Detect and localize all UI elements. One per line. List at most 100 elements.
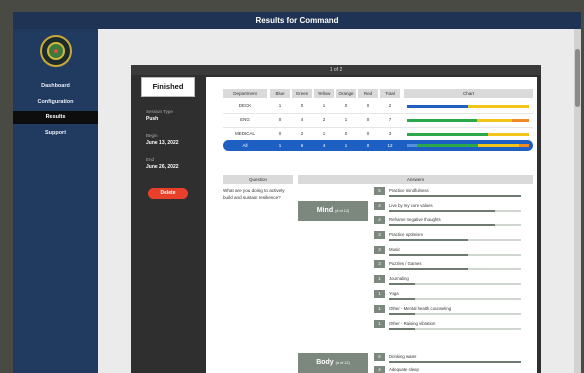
category-name: Body [316,359,334,366]
answers-header: Answers [298,175,533,184]
end-value: June 26, 2022 [146,164,179,170]
answer-label: Practice optimism [389,232,423,237]
col-header-red: Red [358,89,378,98]
sidebar-item-support[interactable]: Support [13,127,98,140]
answer-bar [389,361,521,363]
table-cell: 4 [300,117,304,122]
status-badge: Finished [141,77,195,97]
col-header-chart: Chart [404,89,533,98]
answer-label: Yoga [389,291,399,296]
answer-count: 1 [374,290,385,298]
answer-count: 1 [374,275,385,283]
chart-bar-orange [519,144,529,147]
answer-item: 1 Other - Raising vibration [374,319,534,331]
answer-bar [389,298,416,300]
category-name: Mind [316,207,334,214]
chart-bar-yellow [478,144,519,147]
answer-count: 4 [374,216,385,224]
chart-bar-blue [407,144,417,147]
chart-bar-green [407,119,477,122]
table-cell: ENG [240,117,250,122]
answer-count: 3 [374,246,385,254]
window-title: Results for Command [13,12,581,29]
answer-bar [389,283,416,285]
answer-count: 3 [374,260,385,268]
col-header-total: Total [380,89,400,98]
answer-item: 1 Yoga [374,289,534,301]
table-cell: 0 [344,103,348,108]
question-header: Question [223,175,293,184]
session-type-value: Push [146,116,159,122]
answer-label: Live by my core values [389,203,433,208]
delete-button[interactable]: Delete [148,188,188,199]
table-cell: 0 [366,131,370,136]
sidebar: Dashboard Configuration Results Support [13,29,98,373]
col-header-department: Department [223,89,267,98]
table-cell: 0 [300,103,304,108]
pager[interactable]: 1 of 2 [131,65,541,75]
table-cell: 0 [278,117,282,122]
begin-label: Begin [146,133,158,138]
table-cell: 0 [278,131,282,136]
chart-bar-orange [512,119,529,122]
answer-item: 1 Other - Mental health counseling [374,304,534,316]
answer-bar [389,328,416,330]
table-cell: 1 [344,143,348,148]
answer-bar [389,195,521,197]
table-cell: DECK [238,103,252,108]
table-cell: 7 [388,117,392,122]
answer-item: 4 Live by my core values [374,201,534,213]
answer-bar [389,268,469,270]
end-label: End [146,157,155,162]
answer-label: Reframe negative thoughts [389,217,441,222]
category-mind: Mind (# of 12) [298,201,368,221]
table-cell: 0 [366,103,370,108]
chart-bar-green [407,133,488,136]
category-sub: (# of 12) [335,361,350,365]
sidebar-item-dashboard[interactable]: Dashboard [13,80,98,93]
chart-bar-blue [407,105,468,108]
command-logo-icon [40,35,72,67]
answer-label: Adequate sleep [389,367,419,372]
answer-label: Practice mindfulness [389,188,429,193]
answer-bar [389,224,495,226]
col-header-green: Green [292,89,312,98]
answer-label: Drinking water [389,354,417,359]
table-cell: 1 [344,117,348,122]
answer-count: 5 [374,187,385,195]
sidebar-item-configuration[interactable]: Configuration [13,96,98,109]
table-cell: MEDICAL [234,131,255,136]
answer-count: 1 [374,305,385,313]
answer-count: 4 [374,366,385,373]
answer-item: 3 Puzzles / Games [374,259,534,271]
scrollbar-thumb[interactable] [575,49,580,107]
chart-bar-yellow [488,133,529,136]
answer-item: 4 Adequate sleep [374,365,534,373]
col-header-blue: Blue [270,89,290,98]
table-cell: 2 [300,131,304,136]
result-card: 1 of 2 Finished Session Type Push Begin … [131,65,541,373]
begin-value: June 13, 2022 [146,140,179,146]
table-cell: 0 [344,131,348,136]
table-cell: 2 [388,103,392,108]
table-row-all[interactable]: All 1 6 4 1 0 12 [223,140,533,151]
answer-count: 3 [374,231,385,239]
sidebar-item-results[interactable]: Results [13,111,98,124]
answer-count: 4 [374,202,385,210]
answer-bar [389,254,469,256]
table-cell: 3 [388,131,392,136]
chart-bar-green [417,144,478,147]
table-cell: 0 [366,143,370,148]
table-cell: 0 [366,117,370,122]
answer-item: 6 Drinking water [374,352,534,364]
answer-label: Other - Mental health counseling [389,306,452,311]
session-type-label: Session Type [146,109,173,114]
answer-count: 1 [374,320,385,328]
table-cell: 12 [387,143,393,148]
table-cell: 4 [322,143,326,148]
answer-label: Journaling [389,276,409,281]
col-header-orange: Orange [336,89,356,98]
app-window: Results for Command Dashboard Configurat… [13,12,581,373]
category-body: Body (# of 12) [298,353,368,373]
scrollbar[interactable] [574,29,581,373]
